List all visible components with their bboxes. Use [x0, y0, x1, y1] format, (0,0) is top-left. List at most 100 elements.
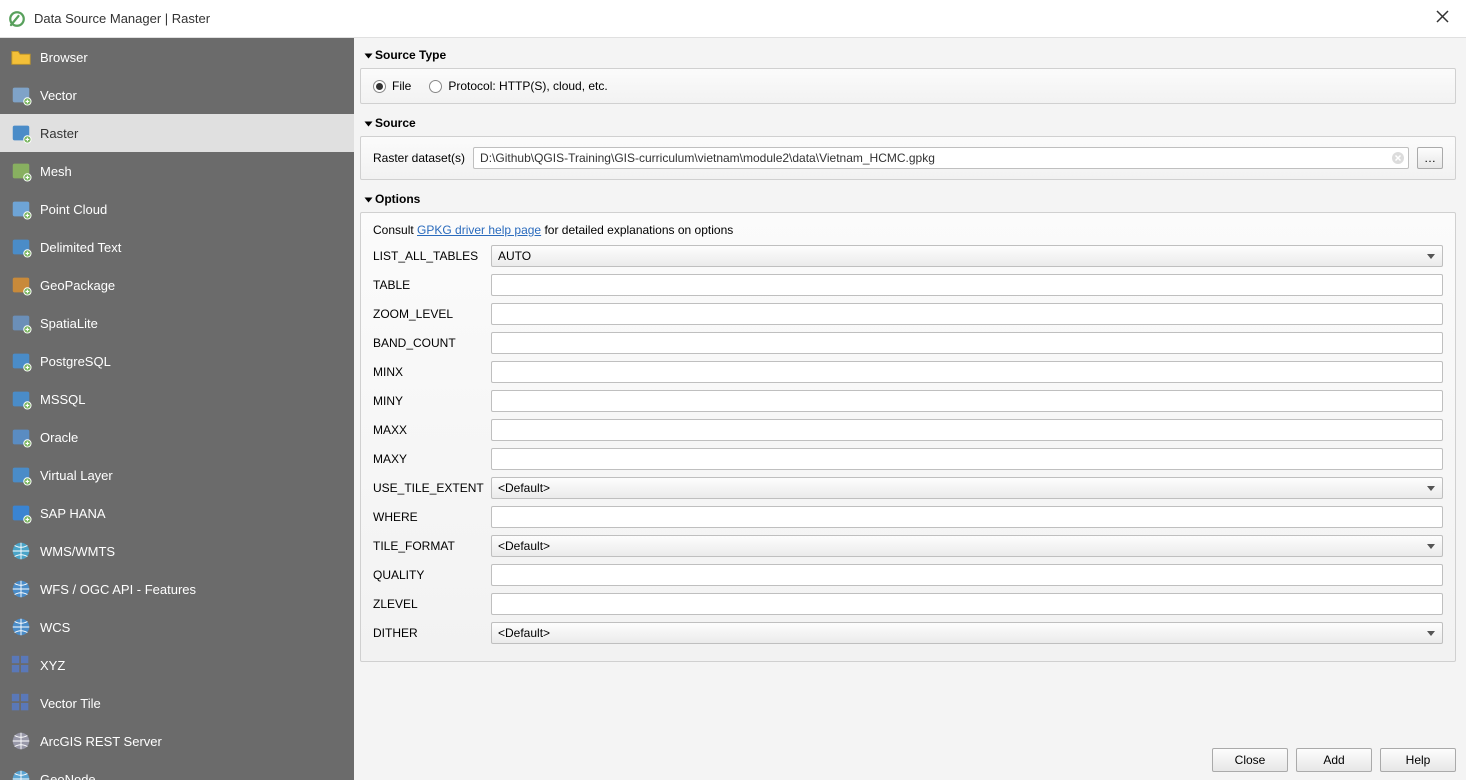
add-button[interactable]: Add — [1296, 748, 1372, 772]
option-label: DITHER — [373, 626, 491, 640]
oracle-icon — [8, 424, 34, 450]
sqlite-icon — [8, 310, 34, 336]
band_count-input[interactable] — [491, 332, 1443, 354]
option-row-miny: MINY — [373, 390, 1443, 412]
sidebar-item-wfs-ogc-api-features[interactable]: WFS / OGC API - Features — [0, 570, 354, 608]
list_all_tables-select[interactable]: AUTO — [491, 245, 1443, 267]
sidebar-item-point-cloud[interactable]: Point Cloud — [0, 190, 354, 228]
sidebar-item-label: Browser — [40, 50, 88, 65]
option-row-use_tile_extent: USE_TILE_EXTENT<Default> — [373, 477, 1443, 499]
table-input[interactable] — [491, 274, 1443, 296]
sidebar-item-browser[interactable]: Browser — [0, 38, 354, 76]
option-row-zlevel: ZLEVEL — [373, 593, 1443, 615]
sidebar-item-label: PostgreSQL — [40, 354, 111, 369]
hana-icon — [8, 500, 34, 526]
xyz-icon — [8, 652, 34, 678]
sidebar-item-label: Raster — [40, 126, 78, 141]
select-value: <Default> — [498, 481, 550, 495]
sidebar-item-label: Point Cloud — [40, 202, 107, 217]
option-row-zoom_level: ZOOM_LEVEL — [373, 303, 1443, 325]
sidebar-item-geonode[interactable]: GeoNode — [0, 760, 354, 780]
csv-icon — [8, 234, 34, 260]
option-row-band_count: BAND_COUNT — [373, 332, 1443, 354]
miny-input[interactable] — [491, 390, 1443, 412]
close-icon[interactable] — [1426, 10, 1458, 28]
source-box: Raster dataset(s) … — [360, 136, 1456, 180]
sidebar-item-oracle[interactable]: Oracle — [0, 418, 354, 456]
sidebar-item-label: SpatiaLite — [40, 316, 98, 331]
pg-icon — [8, 348, 34, 374]
quality-input[interactable] — [491, 564, 1443, 586]
sidebar-item-label: Vector Tile — [40, 696, 101, 711]
sidebar-item-label: GeoPackage — [40, 278, 115, 293]
sidebar-item-label: GeoNode — [40, 772, 96, 780]
option-label: MAXY — [373, 452, 491, 466]
sidebar-item-postgresql[interactable]: PostgreSQL — [0, 342, 354, 380]
geonode-icon — [8, 766, 34, 780]
sidebar-item-arcgis-rest-server[interactable]: ArcGIS REST Server — [0, 722, 354, 760]
option-row-maxx: MAXX — [373, 419, 1443, 441]
raster-dataset-label: Raster dataset(s) — [373, 151, 465, 165]
option-row-minx: MINX — [373, 361, 1443, 383]
use_tile_extent-select[interactable]: <Default> — [491, 477, 1443, 499]
sidebar-item-delimited-text[interactable]: Delimited Text — [0, 228, 354, 266]
raster-path-input[interactable] — [473, 147, 1409, 169]
radio-protocol-label: Protocol: HTTP(S), cloud, etc. — [448, 79, 607, 93]
titlebar: Data Source Manager | Raster — [0, 0, 1466, 38]
zoom_level-input[interactable] — [491, 303, 1443, 325]
where-input[interactable] — [491, 506, 1443, 528]
sidebar-item-vector[interactable]: Vector — [0, 76, 354, 114]
tile_format-select[interactable]: <Default> — [491, 535, 1443, 557]
sidebar-item-mssql[interactable]: MSSQL — [0, 380, 354, 418]
radio-protocol[interactable]: Protocol: HTTP(S), cloud, etc. — [429, 79, 607, 93]
option-row-tile_format: TILE_FORMAT<Default> — [373, 535, 1443, 557]
sidebar-item-raster[interactable]: Raster — [0, 114, 354, 152]
sidebar-item-wms-wmts[interactable]: WMS/WMTS — [0, 532, 354, 570]
zlevel-input[interactable] — [491, 593, 1443, 615]
vtile-icon — [8, 690, 34, 716]
sidebar-item-label: WCS — [40, 620, 70, 635]
driver-help-link[interactable]: GPKG driver help page — [417, 223, 541, 237]
sidebar-item-label: Virtual Layer — [40, 468, 113, 483]
help-button[interactable]: Help — [1380, 748, 1456, 772]
virtual-icon — [8, 462, 34, 488]
option-label: BAND_COUNT — [373, 336, 491, 350]
maxx-input[interactable] — [491, 419, 1443, 441]
option-label: ZLEVEL — [373, 597, 491, 611]
browse-button[interactable]: … — [1417, 147, 1443, 169]
sidebar-item-geopackage[interactable]: GeoPackage — [0, 266, 354, 304]
option-row-dither: DITHER<Default> — [373, 622, 1443, 644]
sidebar-item-sap-hana[interactable]: SAP HANA — [0, 494, 354, 532]
option-row-maxy: MAXY — [373, 448, 1443, 470]
sidebar-item-virtual-layer[interactable]: Virtual Layer — [0, 456, 354, 494]
sidebar-item-mesh[interactable]: Mesh — [0, 152, 354, 190]
main-panel: Source Type File Protocol: HTTP(S), clou… — [354, 38, 1466, 780]
sidebar-item-wcs[interactable]: WCS — [0, 608, 354, 646]
radio-file[interactable]: File — [373, 79, 411, 93]
sidebar-item-label: WFS / OGC API - Features — [40, 582, 196, 597]
arcgis-icon — [8, 728, 34, 754]
clear-icon[interactable] — [1391, 151, 1405, 165]
sidebar-item-xyz[interactable]: XYZ — [0, 646, 354, 684]
sidebar-item-label: Mesh — [40, 164, 72, 179]
sidebar: Browser Vector Raster Mesh Point Cloud Delimi… — [0, 38, 354, 780]
sidebar-item-vector-tile[interactable]: Vector Tile — [0, 684, 354, 722]
option-label: LIST_ALL_TABLES — [373, 249, 491, 263]
dither-select[interactable]: <Default> — [491, 622, 1443, 644]
window-title: Data Source Manager | Raster — [34, 11, 1426, 26]
raster-icon — [8, 120, 34, 146]
vector-icon — [8, 82, 34, 108]
option-label: MINY — [373, 394, 491, 408]
sidebar-item-label: WMS/WMTS — [40, 544, 115, 559]
select-value: <Default> — [498, 539, 550, 553]
consult-text: Consult GPKG driver help page for detail… — [373, 223, 1443, 237]
option-row-where: WHERE — [373, 506, 1443, 528]
wfs-icon — [8, 576, 34, 602]
close-button[interactable]: Close — [1212, 748, 1288, 772]
option-label: QUALITY — [373, 568, 491, 582]
app-icon — [8, 10, 26, 28]
maxy-input[interactable] — [491, 448, 1443, 470]
dialog-footer: Close Add Help — [354, 740, 1466, 780]
minx-input[interactable] — [491, 361, 1443, 383]
sidebar-item-spatialite[interactable]: SpatiaLite — [0, 304, 354, 342]
